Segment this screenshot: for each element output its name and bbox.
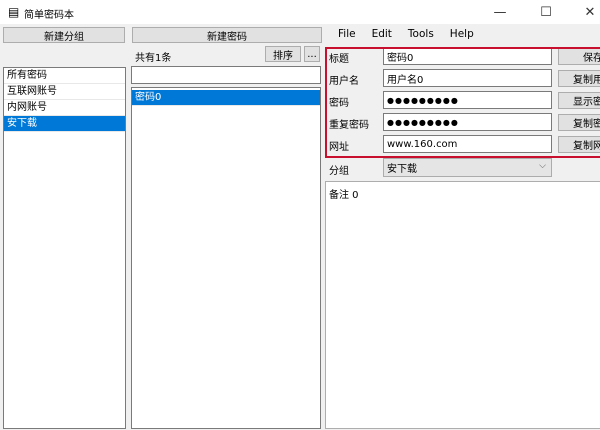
more-button[interactable]: ... (304, 46, 320, 62)
menu-file[interactable]: File (338, 28, 356, 40)
group-item-intranet[interactable]: 内网账号 (4, 100, 125, 116)
notebook-icon: ▤ (8, 5, 20, 19)
copy-password-button[interactable]: 复制密 (558, 114, 600, 131)
save-button[interactable]: 保存 (558, 48, 600, 65)
menu-tools[interactable]: Tools (408, 28, 434, 40)
show-password-button[interactable]: 显示密 (558, 92, 600, 109)
copy-username-button[interactable]: 复制用 (558, 70, 600, 87)
password-item[interactable]: 密码0 (132, 90, 320, 106)
field-label: 重复密码 (329, 120, 369, 131)
notes-textarea[interactable]: 备注 0 (325, 181, 600, 429)
menu-help[interactable]: Help (450, 28, 474, 40)
group-label: 分组 (329, 166, 349, 177)
field-label: 网址 (329, 142, 349, 153)
group-item-anxiazai[interactable]: 安下载 (4, 116, 125, 132)
url-input[interactable]: www.160.com (383, 135, 552, 153)
copy-url-button[interactable]: 复制网 (558, 136, 600, 153)
minimize-icon[interactable]: — (478, 0, 522, 24)
password-list[interactable]: 密码0 (131, 87, 321, 429)
title-input[interactable]: 密码0 (383, 47, 552, 65)
field-label: 密码 (329, 98, 349, 109)
group-item-all[interactable]: 所有密码 (4, 68, 125, 84)
password-input[interactable]: ●●●●●●●●● (383, 91, 552, 109)
count-text: 共有1条 (135, 53, 172, 64)
notes-text: 备注 0 (329, 190, 359, 201)
sort-button[interactable]: 排序 (265, 46, 301, 62)
group-select-value: 安下载 (387, 164, 417, 175)
new-password-button[interactable]: 新建密码 (132, 27, 322, 43)
close-icon[interactable]: ✕ (568, 0, 600, 24)
group-select[interactable]: 安下载 ⌵ (383, 158, 552, 177)
repeat-password-input[interactable]: ●●●●●●●●● (383, 113, 552, 131)
menu-edit[interactable]: Edit (372, 28, 392, 40)
chevron-down-icon: ⌵ (539, 161, 546, 171)
new-group-button[interactable]: 新建分组 (3, 27, 125, 43)
menu-bar: File Edit Tools Help (338, 28, 490, 40)
group-list[interactable]: 所有密码 互联网账号 内网账号 安下载 (3, 67, 126, 429)
window-title: 简单密码本 (24, 10, 74, 21)
field-label: 标题 (329, 54, 349, 65)
maximize-icon[interactable]: ☐ (524, 0, 568, 24)
field-label: 用户名 (329, 76, 359, 87)
username-input[interactable]: 用户名0 (383, 69, 552, 87)
search-input[interactable] (131, 66, 321, 84)
group-item-internet[interactable]: 互联网账号 (4, 84, 125, 100)
title-bar: ▤ 简单密码本 — ☐ ✕ (0, 0, 600, 24)
